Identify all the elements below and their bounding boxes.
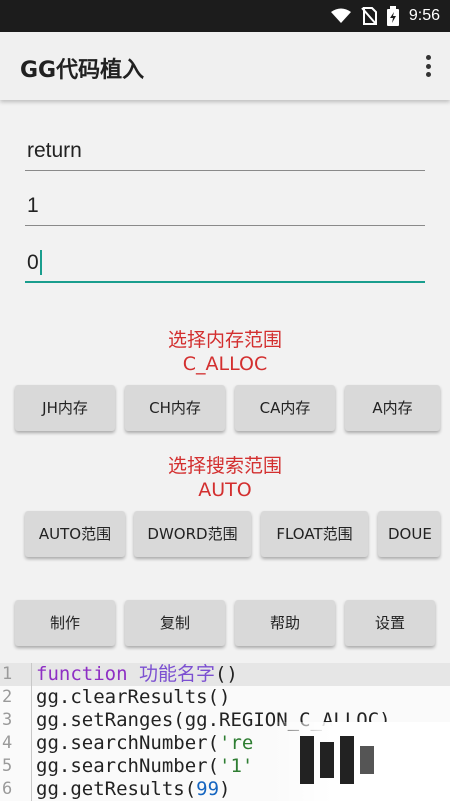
line-number: 5	[2, 756, 13, 776]
status-time: 9:56	[408, 7, 440, 24]
memory-range-value: C_ALLOC	[182, 353, 268, 375]
copy-button[interactable]: 复制	[125, 600, 225, 646]
a-memory-button[interactable]: A内存	[345, 385, 440, 431]
field-1[interactable]	[25, 131, 425, 171]
ch-memory-button[interactable]: CH内存	[125, 385, 225, 431]
auto-range-button[interactable]: AUTO范围	[25, 511, 125, 557]
search-range-value: AUTO	[198, 479, 252, 501]
gutter-divider	[31, 663, 32, 801]
overflow-menu-icon[interactable]	[418, 52, 438, 80]
status-bar: 9:56	[0, 0, 450, 32]
double-range-button[interactable]: DOUE	[378, 511, 440, 557]
no-sim-icon	[361, 7, 377, 25]
field-1-input[interactable]	[25, 131, 425, 171]
watermark-logo	[300, 730, 450, 790]
settings-button[interactable]: 设置	[345, 600, 435, 646]
line-number: 6	[2, 779, 13, 799]
float-range-button[interactable]: FLOAT范围	[261, 511, 368, 557]
make-button[interactable]: 制作	[15, 600, 115, 646]
dword-range-button[interactable]: DWORD范围	[134, 511, 251, 557]
app-bar: GG代码植入	[0, 32, 450, 100]
text-caret	[40, 250, 42, 275]
wifi-icon	[330, 8, 351, 23]
app-title: GG代码植入	[20, 58, 145, 83]
line-number: 2	[2, 687, 13, 707]
code-line: 2 gg.clearResults()	[2, 686, 231, 708]
line-number: 3	[2, 710, 13, 730]
code-line: 1 function 功能名字()	[0, 663, 450, 686]
memory-range-label: 选择内存范围	[167, 329, 282, 351]
jh-memory-button[interactable]: JH内存	[15, 385, 115, 431]
field-2-input[interactable]	[25, 186, 425, 226]
field-3-input[interactable]	[25, 243, 425, 283]
field-2[interactable]	[25, 186, 425, 226]
line-number: 4	[2, 733, 13, 753]
ca-memory-button[interactable]: CA内存	[235, 385, 335, 431]
line-number: 1	[2, 664, 13, 684]
battery-charging-icon	[386, 6, 399, 26]
help-button[interactable]: 帮助	[235, 600, 335, 646]
field-3[interactable]	[25, 243, 425, 283]
search-range-label: 选择搜索范围	[167, 455, 282, 477]
